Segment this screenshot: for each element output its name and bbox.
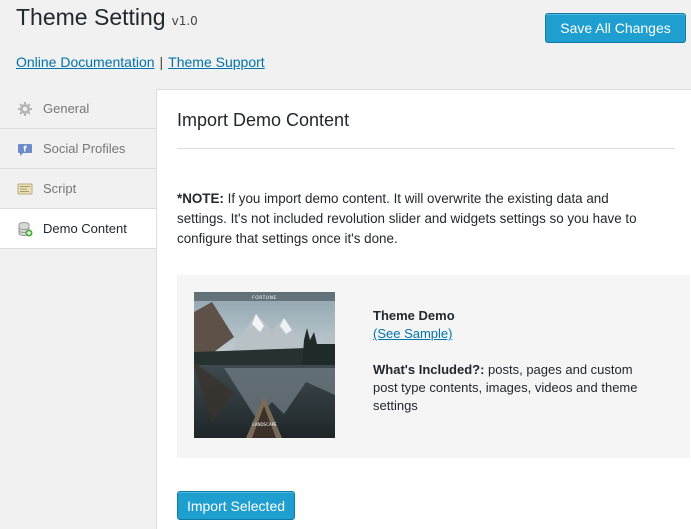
included-label: What's Included?: xyxy=(373,362,485,377)
sidebar-item-label: Script xyxy=(43,181,77,196)
import-selected-button[interactable]: Import Selected xyxy=(177,491,295,520)
demo-option[interactable]: FORTUNE LANDSCAPE Theme Demo (See Sample… xyxy=(177,275,690,458)
note-label: *NOTE: xyxy=(177,191,224,206)
title-divider xyxy=(177,148,675,149)
demo-thumbnail: FORTUNE LANDSCAPE xyxy=(194,292,335,438)
gear-icon xyxy=(18,102,32,116)
main-panel: Import Demo Content *NOTE: If you import… xyxy=(157,90,691,529)
sidebar-item-demo-content[interactable]: Demo Content xyxy=(0,209,156,249)
theme-support-link[interactable]: Theme Support xyxy=(168,54,265,70)
thumbnail-caption: LANDSCAPE xyxy=(252,422,277,427)
sidebar-item-label: Social Profiles xyxy=(43,141,126,156)
demo-included: What's Included?: posts, pages and custo… xyxy=(373,361,653,415)
sidebar-item-label: General xyxy=(43,101,90,116)
sidebar-item-social-profiles[interactable]: f Social Profiles xyxy=(0,129,156,169)
version-label: v1.0 xyxy=(171,14,198,28)
demo-info: Theme Demo (See Sample) What's Included?… xyxy=(373,307,653,415)
sidebar-item-general[interactable]: General xyxy=(0,89,156,129)
online-documentation-link[interactable]: Online Documentation xyxy=(16,54,155,70)
sidebar-item-script[interactable]: Script xyxy=(0,169,156,209)
page-title: Theme Setting v1.0 xyxy=(16,4,198,31)
doc-links: Online Documentation | Theme Support xyxy=(16,54,265,70)
note-text: If you import demo content. It will over… xyxy=(177,191,637,246)
sidebar: General f Social Profiles Script Demo Co… xyxy=(0,89,157,529)
see-sample-link[interactable]: (See Sample) xyxy=(373,326,452,341)
social-icon: f xyxy=(18,144,32,156)
thumbnail-brand: FORTUNE xyxy=(252,295,277,301)
save-all-changes-button[interactable]: Save All Changes xyxy=(545,13,686,43)
mountain-lake-image: FORTUNE LANDSCAPE xyxy=(194,292,335,438)
script-icon xyxy=(17,183,33,195)
title-text: Theme Setting xyxy=(16,4,166,30)
page-header: Theme Setting v1.0 Online Documentation | T… xyxy=(0,0,691,90)
link-separator: | xyxy=(159,54,164,70)
section-title: Import Demo Content xyxy=(177,110,350,130)
database-icon xyxy=(18,222,33,237)
demo-name: Theme Demo xyxy=(373,308,455,323)
sidebar-item-label: Demo Content xyxy=(43,221,127,236)
svg-text:f: f xyxy=(23,145,27,154)
import-note: *NOTE: If you import demo content. It wi… xyxy=(177,189,657,249)
